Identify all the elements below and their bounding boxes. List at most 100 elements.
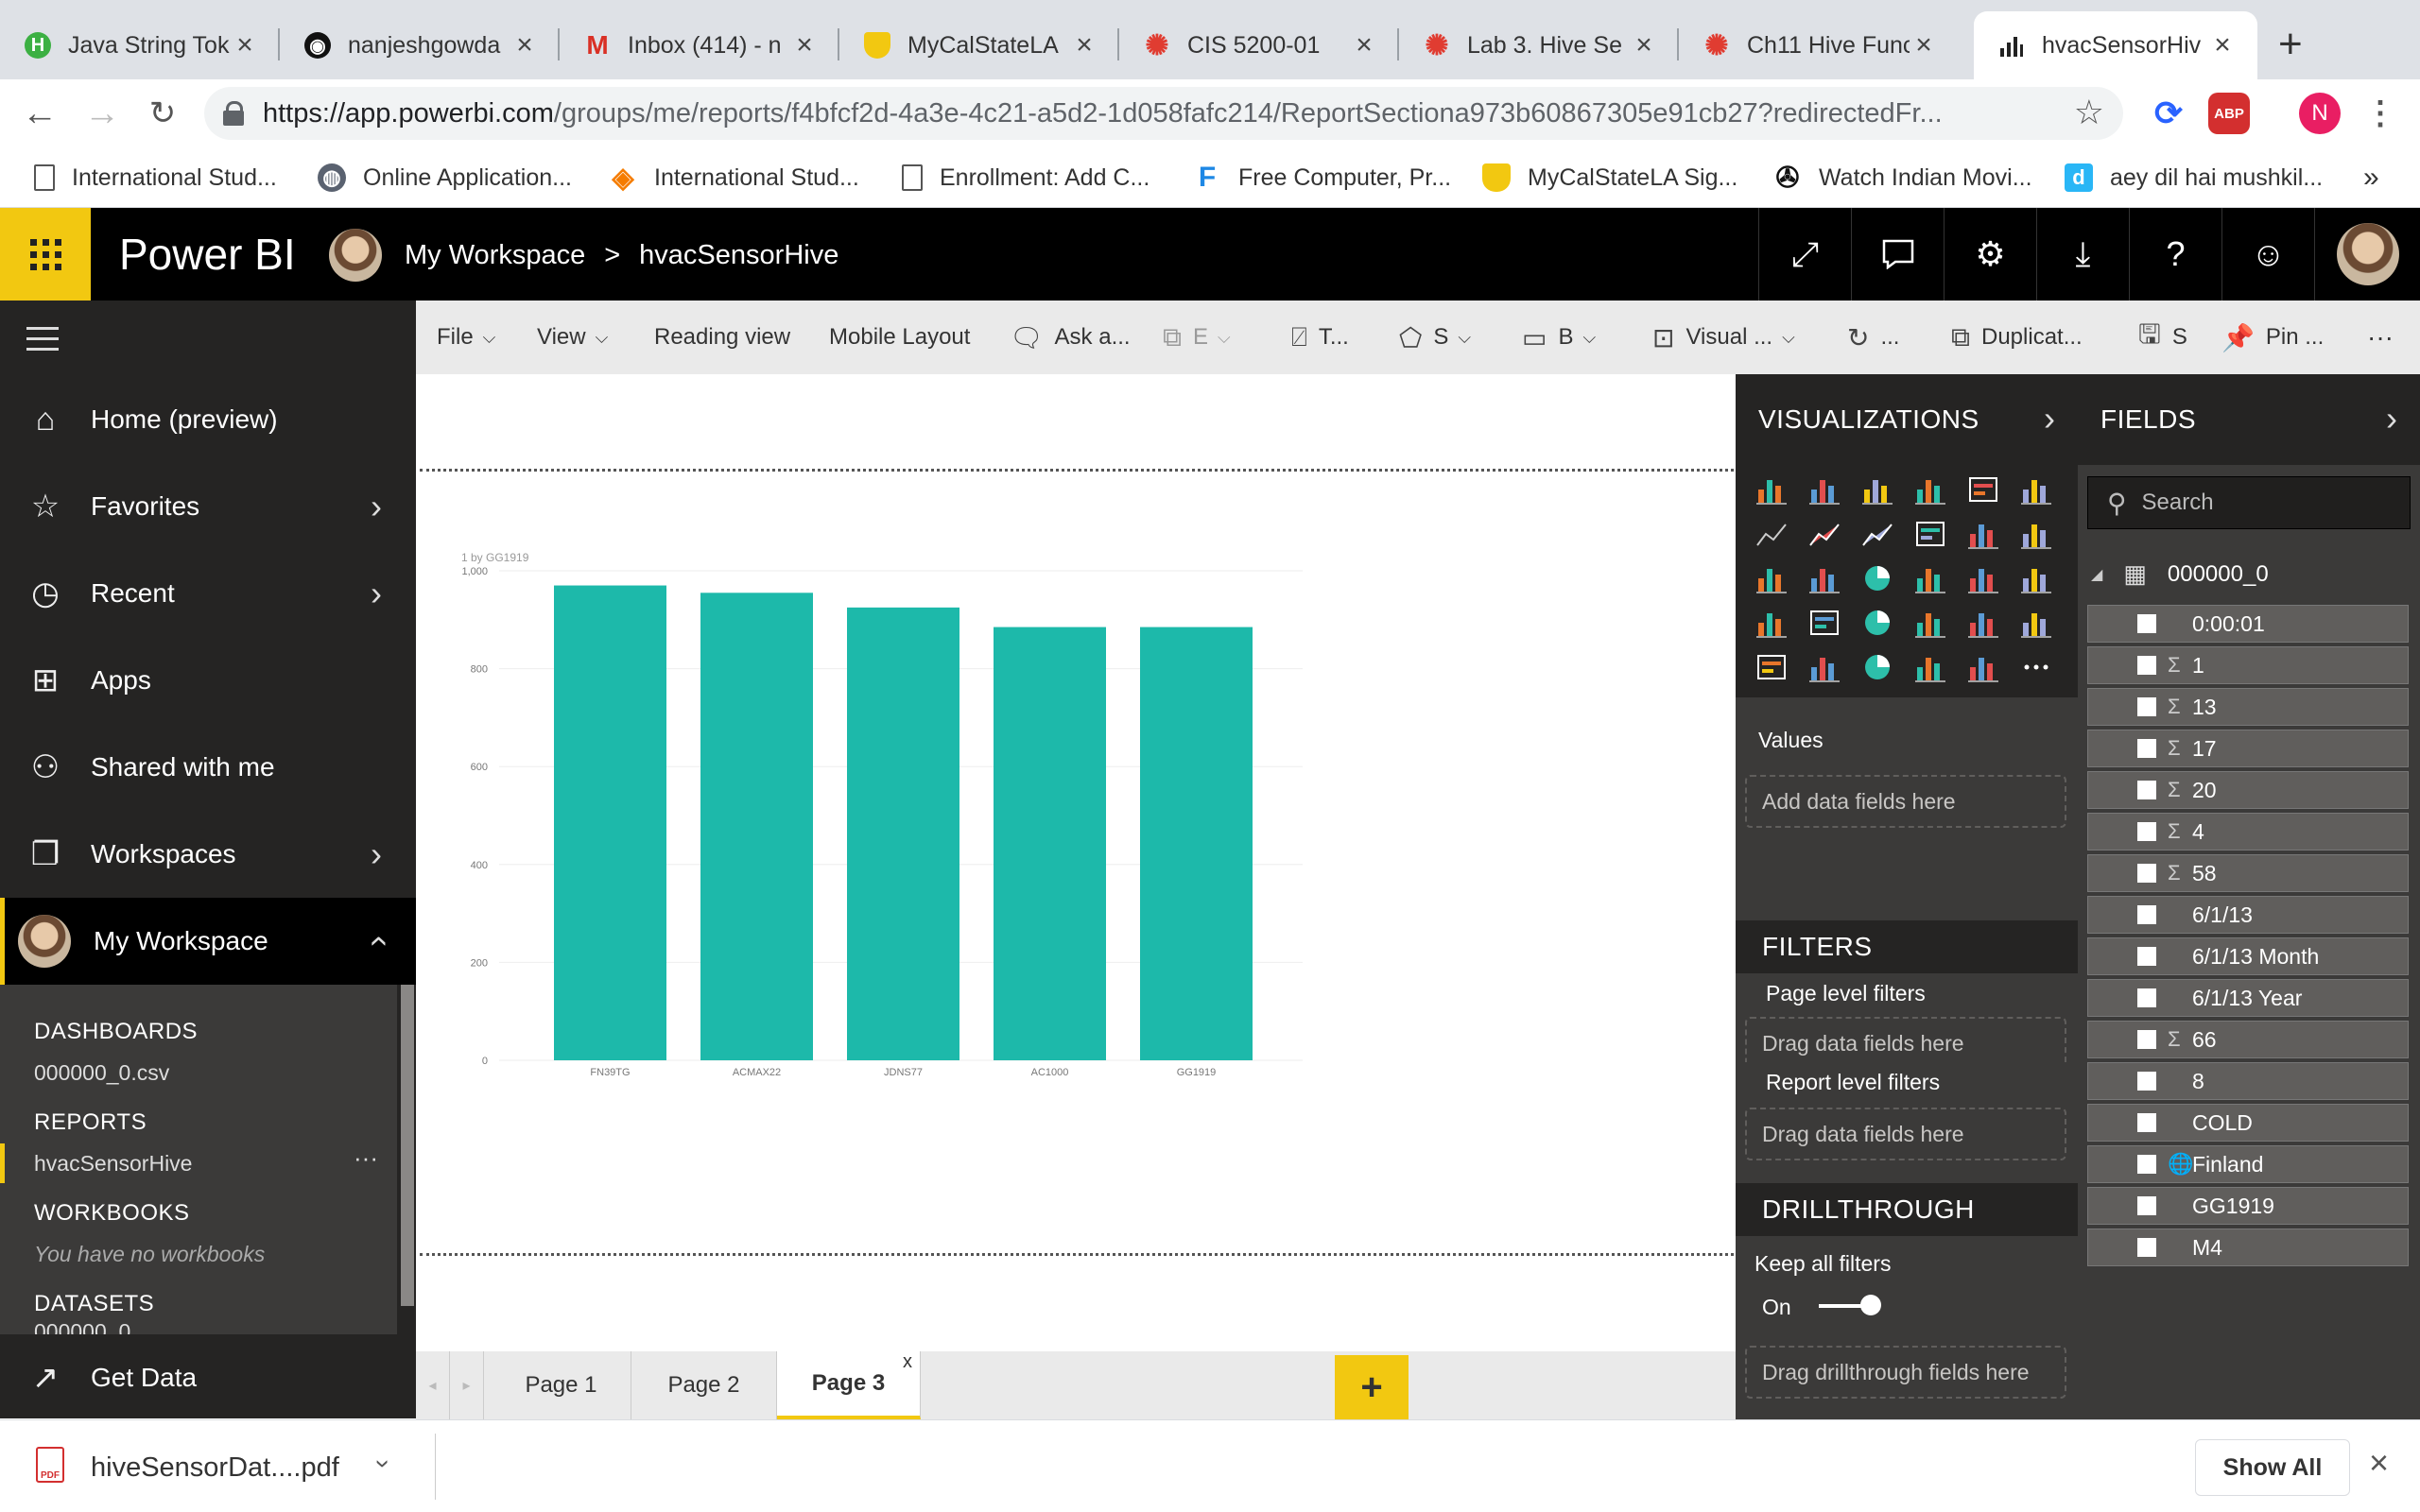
browser-menu-icon[interactable]: ⋮ — [2360, 93, 2401, 134]
browser-tab[interactable]: ✺ Lab 3. Hive Se × — [1399, 11, 1679, 79]
browser-tab[interactable]: ✺ CIS 5200-01 × — [1119, 11, 1399, 79]
visual-type-icon[interactable] — [1860, 472, 1894, 507]
bar[interactable] — [994, 627, 1106, 1060]
new-tab-button[interactable]: + — [2278, 21, 2303, 68]
bookmark-item[interactable]: d aey dil hai mushkil... — [2065, 161, 2323, 195]
nav-apps[interactable]: ⊞ Apps — [0, 637, 416, 724]
bar[interactable] — [1140, 627, 1253, 1060]
explore-button[interactable]: ⧉ E ⌵ — [1163, 301, 1231, 374]
url-bar[interactable]: https://app.powerbi.com/groups/me/report… — [204, 87, 2123, 140]
sync-extension-icon[interactable]: ⟳ — [2148, 93, 2189, 134]
close-tab-icon[interactable]: × — [510, 29, 539, 61]
tab-page-3[interactable]: Page 3 x — [777, 1351, 921, 1419]
close-tab-icon[interactable]: × — [1070, 29, 1098, 61]
shapes-button[interactable]: ⬠ S ⌵ — [1399, 301, 1471, 374]
pin-button[interactable]: 📌 Pin ... — [2221, 301, 2324, 374]
visual-type-icon[interactable] — [1807, 606, 1841, 640]
dashboard-item[interactable]: 000000_0.csv — [34, 1060, 169, 1086]
more-options-icon[interactable]: ··· — [2367, 301, 2394, 374]
browser-tab[interactable]: H Java String Tok × — [0, 11, 280, 79]
field-row[interactable]: 6/1/13 Month — [2087, 937, 2409, 975]
buttons-button[interactable]: ▭ B ⌵ — [1522, 301, 1596, 374]
help-icon[interactable]: ? — [2129, 208, 2221, 301]
bar-chart-visual[interactable]: 0 200 400 600 800 1,000 FN39TG ACMAX22 JDNS77 AC… — [452, 542, 1322, 1109]
field-checkbox[interactable] — [2137, 822, 2156, 841]
visual-type-icon[interactable] — [1966, 561, 2000, 595]
field-checkbox[interactable] — [2137, 864, 2156, 883]
visual-type-icon[interactable] — [2019, 650, 2053, 684]
field-checkbox[interactable] — [2137, 1196, 2156, 1215]
visual-type-icon[interactable] — [1913, 650, 1947, 684]
close-page-icon[interactable]: x — [903, 1351, 912, 1373]
visual-type-icon[interactable] — [1913, 472, 1947, 507]
report-filters-well[interactable]: Drag data fields here — [1745, 1108, 2066, 1160]
bookmark-item[interactable]: Enrollment: Add C... — [902, 161, 1150, 195]
field-row[interactable]: Σ4 — [2087, 813, 2409, 850]
bookmark-item[interactable]: ◍ Online Application... — [318, 161, 572, 195]
show-all-button[interactable]: Show All — [2195, 1439, 2350, 1496]
field-row[interactable]: 6/1/13 — [2087, 896, 2409, 934]
field-checkbox[interactable] — [2137, 1113, 2156, 1132]
collapse-chevron-icon[interactable]: › — [2044, 399, 2055, 438]
close-tab-icon[interactable]: × — [790, 29, 819, 61]
settings-gear-icon[interactable]: ⚙ — [1944, 208, 2036, 301]
visual-type-icon[interactable] — [1807, 561, 1841, 595]
visual-type-icon[interactable] — [1913, 606, 1947, 640]
fields-search-input[interactable]: ⚲ Search — [2087, 476, 2411, 529]
visual-type-icon[interactable] — [1807, 472, 1841, 507]
visual-type-icon[interactable] — [1966, 606, 2000, 640]
field-checkbox[interactable] — [2137, 697, 2156, 716]
nav-shared[interactable]: ⚇ Shared with me — [0, 724, 416, 811]
reload-icon[interactable]: ↻ — [138, 89, 187, 138]
field-row[interactable]: 0:00:01 — [2087, 605, 2409, 643]
comment-icon[interactable] — [1851, 208, 1944, 301]
download-options-chevron-icon[interactable]: ‹ — [366, 1459, 396, 1468]
adblock-icon[interactable]: ABP — [2208, 93, 2250, 134]
visual-type-icon[interactable] — [1913, 517, 1947, 551]
browser-tab[interactable]: MyCalStateLA × — [839, 11, 1119, 79]
visual-type-icon[interactable] — [1966, 517, 2000, 551]
scroll-right-icon[interactable]: ▸ — [450, 1351, 484, 1419]
field-row[interactable]: 6/1/13 Year — [2087, 979, 2409, 1017]
user-avatar[interactable] — [2314, 208, 2420, 301]
nav-my-workspace[interactable]: My Workspace › — [0, 898, 416, 985]
profile-avatar-icon[interactable]: N — [2299, 93, 2341, 134]
field-row[interactable]: M4 — [2087, 1228, 2409, 1266]
bookmark-item[interactable]: International Stud... — [34, 161, 277, 195]
app-launcher-icon[interactable] — [0, 208, 91, 301]
scroll-left-icon[interactable]: ◂ — [416, 1351, 450, 1419]
close-tab-icon[interactable]: × — [1630, 29, 1658, 61]
field-row[interactable]: 🌐 Finland — [2087, 1145, 2409, 1183]
bar[interactable] — [554, 585, 666, 1060]
bookmark-item[interactable]: ◈ International Stud... — [609, 161, 858, 195]
field-checkbox[interactable] — [2137, 614, 2156, 633]
breadcrumb-report[interactable]: hvacSensorHive — [639, 240, 838, 271]
browser-tab[interactable]: M Inbox (414) - n × — [560, 11, 839, 79]
refresh-button[interactable]: ↻... — [1847, 301, 1899, 374]
visual-type-icon[interactable] — [1860, 561, 1894, 595]
visual-interactions-button[interactable]: ⊡ Visual ... ⌵ — [1652, 301, 1795, 374]
field-checkbox[interactable] — [2137, 1072, 2156, 1091]
toggle-knob[interactable] — [1860, 1295, 1881, 1315]
nav-home[interactable]: ⌂ Home (preview) — [0, 376, 416, 463]
fullscreen-icon[interactable]: ⤢ — [1758, 208, 1851, 301]
field-checkbox[interactable] — [2137, 988, 2156, 1007]
ask-question-button[interactable]: 🗨 Ask a... — [1010, 301, 1131, 374]
bar[interactable] — [700, 593, 813, 1060]
file-menu[interactable]: File ⌵ — [437, 301, 495, 374]
field-row[interactable]: Σ 58 — [2087, 854, 2409, 892]
save-button[interactable]: 🖫 S — [2138, 301, 2187, 374]
field-table-header[interactable]: ◢ ▦ 000000_0 — [2091, 559, 2269, 589]
browser-tab[interactable]: ✺ Ch11 Hive Func × — [1679, 11, 1959, 79]
field-row[interactable]: Σ 17 — [2087, 730, 2409, 767]
hamburger-menu-icon[interactable] — [26, 327, 59, 358]
drillthrough-well[interactable]: Drag drillthrough fields here — [1745, 1346, 2066, 1399]
close-tab-icon[interactable]: × — [1910, 29, 1938, 61]
field-checkbox[interactable] — [2137, 905, 2156, 924]
visual-type-icon[interactable] — [1966, 650, 2000, 684]
view-menu[interactable]: View ⌵ — [537, 301, 608, 374]
visual-type-icon[interactable] — [2019, 561, 2053, 595]
more-bookmarks-button[interactable]: » — [2363, 161, 2379, 195]
dataset-item[interactable]: 000000_0 — [34, 1319, 130, 1334]
back-arrow-icon[interactable]: ← — [15, 89, 64, 138]
